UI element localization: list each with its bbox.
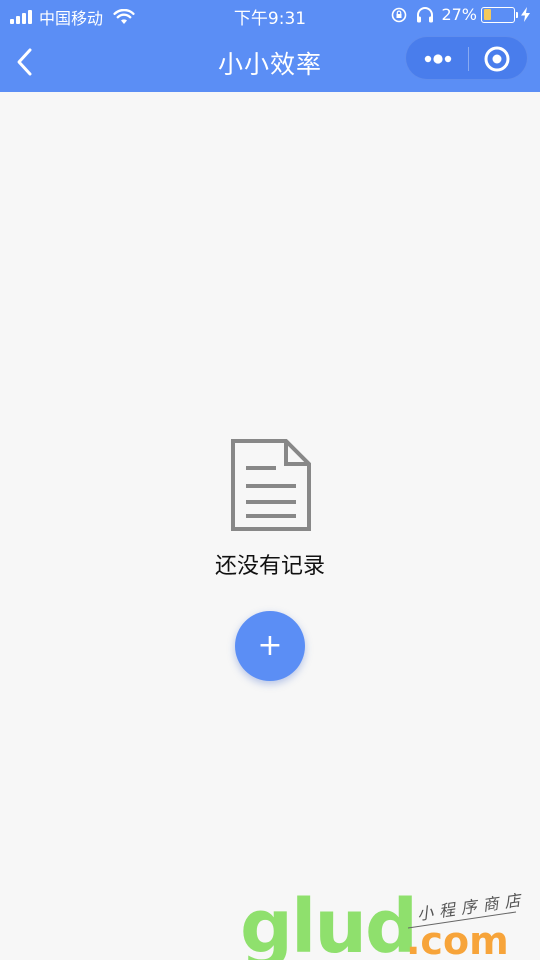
headphones-icon [417, 6, 434, 22]
close-miniprogram-button[interactable] [467, 37, 527, 81]
status-right: 27% [391, 5, 530, 24]
battery-fill [483, 9, 492, 20]
add-record-button[interactable]: + [235, 611, 305, 681]
battery-percent: 27% [441, 5, 477, 24]
watermark-logo: glud .com 小程序商店 [240, 884, 528, 960]
capsule-menu [405, 36, 528, 80]
watermark-domain: .com [406, 919, 509, 960]
more-button[interactable] [406, 37, 468, 81]
battery-icon [481, 6, 518, 23]
nav-bar: 小小效率 [0, 32, 540, 92]
target-circle-icon [484, 46, 510, 72]
orientation-lock-icon [392, 7, 407, 22]
watermark-brand: glud [240, 884, 416, 960]
document-icon [231, 439, 311, 531]
more-dots-icon [424, 54, 452, 64]
empty-message: 还没有记录 [214, 554, 325, 579]
status-bar: 中国移动 下午9:31 27% [0, 0, 540, 32]
charging-bolt-icon [521, 7, 530, 22]
